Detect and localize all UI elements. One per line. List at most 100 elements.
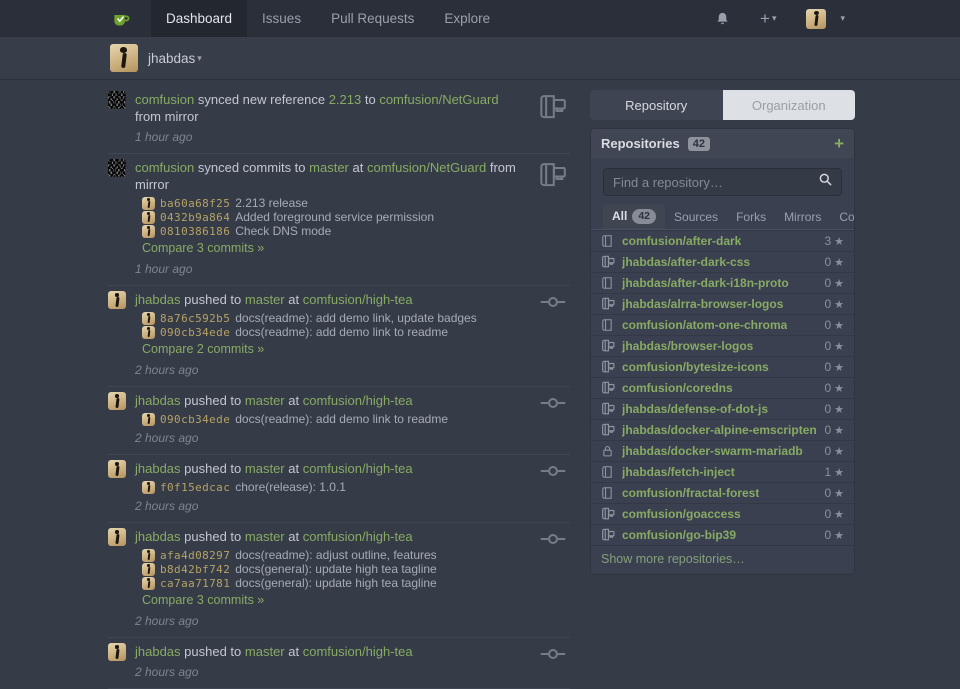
filter-sources[interactable]: Sources — [665, 206, 727, 229]
repo-list-item[interactable]: comfusion/atom-one-chroma 0 ★ — [591, 314, 854, 335]
actor-avatar[interactable] — [108, 528, 126, 546]
star-count: 0 ★ — [824, 276, 844, 290]
branch-link[interactable]: master — [245, 292, 285, 307]
repo-list-item[interactable]: comfusion/bytesize-icons 0 ★ — [591, 356, 854, 377]
nav-dashboard[interactable]: Dashboard — [151, 0, 247, 37]
actor-link[interactable]: jhabdas — [135, 292, 181, 307]
repo-link[interactable]: comfusion/high-tea — [303, 461, 413, 476]
repo-search-input[interactable]: Find a repository… — [603, 168, 842, 196]
branch-link[interactable]: 2.213 — [329, 92, 362, 107]
star-icon: ★ — [834, 529, 844, 542]
repo-list-item[interactable]: jhabdas/after-dark-i18n-proto 0 ★ — [591, 272, 854, 293]
repo-list-item[interactable]: comfusion/fractal-forest 0 ★ — [591, 482, 854, 503]
filter-mirrors[interactable]: Mirrors — [775, 206, 830, 229]
repo-name-link[interactable]: comfusion/fractal-forest — [622, 486, 759, 500]
commit-sha-link[interactable]: b8d42bf742 — [160, 563, 230, 576]
actor-avatar[interactable] — [108, 91, 126, 109]
repo-list-item[interactable]: comfusion/goaccess 0 ★ — [591, 503, 854, 524]
committer-avatar — [142, 413, 155, 426]
repo-name-link[interactable]: comfusion/goaccess — [622, 507, 741, 521]
feed-item: jhabdas pushed to master at comfusion/hi… — [108, 455, 570, 523]
commit-sha-link[interactable]: 0432b9a864 — [160, 211, 230, 224]
repo-link[interactable]: comfusion/NetGuard — [379, 92, 498, 107]
commit-sha-link[interactable]: 8a76c592b5 — [160, 312, 230, 325]
actor-link[interactable]: comfusion — [135, 160, 194, 175]
repo-name-link[interactable]: comfusion/bytesize-icons — [622, 360, 769, 374]
repo-list-item[interactable]: jhabdas/defense-of-dot-js 0 ★ — [591, 398, 854, 419]
actor-link[interactable]: jhabdas — [135, 461, 181, 476]
tab-organization[interactable]: Organization — [723, 90, 856, 120]
show-more-repositories-link[interactable]: Show more repositories… — [591, 545, 854, 574]
actor-avatar[interactable] — [108, 460, 126, 478]
actor-link[interactable]: jhabdas — [135, 393, 181, 408]
actor-link[interactable]: jhabdas — [135, 644, 181, 659]
commit-sha-link[interactable]: 090cb34ede — [160, 413, 230, 426]
add-repo-icon[interactable]: + — [834, 135, 844, 152]
repo-list-item[interactable]: jhabdas/docker-swarm-mariadb 0 ★ — [591, 440, 854, 461]
repo-link[interactable]: comfusion/NetGuard — [367, 160, 486, 175]
nav-pull-requests[interactable]: Pull Requests — [316, 0, 429, 37]
branch-link[interactable]: master — [245, 529, 285, 544]
commit-list: ba60a68f25 2.213 release 0432b9a864 Adde… — [142, 196, 527, 238]
context-username[interactable]: jhabdas — [148, 51, 195, 66]
commit-sha-link[interactable]: 090cb34ede — [160, 326, 230, 339]
repo-name-link[interactable]: jhabdas/defense-of-dot-js — [622, 402, 768, 416]
repo-name-link[interactable]: comfusion/coredns — [622, 381, 733, 395]
actor-avatar[interactable] — [108, 643, 126, 661]
user-menu[interactable]: ▾ — [806, 9, 845, 29]
repo-list-item[interactable]: jhabdas/docker-alpine-emscripten 0 ★ — [591, 419, 854, 440]
lock-icon — [601, 444, 616, 458]
context-avatar[interactable] — [110, 44, 138, 72]
filter-forks[interactable]: Forks — [727, 206, 775, 229]
compare-link[interactable]: Compare 3 commits » — [142, 593, 264, 607]
branch-link[interactable]: master — [245, 393, 285, 408]
actor-avatar[interactable] — [108, 392, 126, 410]
commit-sha-link[interactable]: f0f15edcac — [160, 481, 230, 494]
repo-list-item[interactable]: jhabdas/alrra-browser-logos 0 ★ — [591, 293, 854, 314]
filter-collaborative[interactable]: Collaborative — [830, 206, 855, 229]
repo-link[interactable]: comfusion/high-tea — [303, 529, 413, 544]
compare-link[interactable]: Compare 2 commits » — [142, 342, 264, 356]
search-icon[interactable] — [819, 173, 832, 191]
repo-link[interactable]: comfusion/high-tea — [303, 292, 413, 307]
commit-sha-link[interactable]: ca7aa71781 — [160, 577, 230, 590]
gitea-logo-icon[interactable] — [110, 0, 131, 37]
tab-repository[interactable]: Repository — [590, 90, 723, 120]
repositories-title: Repositories — [601, 136, 680, 151]
nav-explore[interactable]: Explore — [429, 0, 505, 37]
repo-list-item[interactable]: jhabdas/after-dark-css 0 ★ — [591, 251, 854, 272]
repositories-panel: Repositories 42 + Find a repository… — [590, 128, 855, 575]
actor-avatar[interactable] — [108, 159, 126, 177]
actor-link[interactable]: jhabdas — [135, 529, 181, 544]
branch-link[interactable]: master — [245, 461, 285, 476]
repo-name-link[interactable]: jhabdas/docker-alpine-emscripten — [622, 423, 817, 437]
repo-list-item[interactable]: jhabdas/browser-logos 0 ★ — [591, 335, 854, 356]
repo-name-link[interactable]: jhabdas/after-dark-css — [622, 255, 750, 269]
branch-link[interactable]: master — [309, 160, 349, 175]
repo-link[interactable]: comfusion/high-tea — [303, 393, 413, 408]
actor-avatar[interactable] — [108, 291, 126, 309]
repo-name-link[interactable]: jhabdas/browser-logos — [622, 339, 753, 353]
commit-sha-link[interactable]: afa4d08297 — [160, 549, 230, 562]
repo-link[interactable]: comfusion/high-tea — [303, 644, 413, 659]
filter-all[interactable]: All 42 — [603, 204, 665, 229]
repo-name-link[interactable]: jhabdas/fetch-inject — [622, 465, 735, 479]
repo-list-item[interactable]: jhabdas/fetch-inject 1 ★ — [591, 461, 854, 482]
repo-list-item[interactable]: comfusion/after-dark 3 ★ — [591, 230, 854, 251]
repo-list-item[interactable]: comfusion/go-bip39 0 ★ — [591, 524, 854, 545]
commit-sha-link[interactable]: ba60a68f25 — [160, 197, 230, 210]
repo-name-link[interactable]: jhabdas/alrra-browser-logos — [622, 297, 783, 311]
repo-name-link[interactable]: comfusion/atom-one-chroma — [622, 318, 787, 332]
nav-issues[interactable]: Issues — [247, 0, 316, 37]
notifications-bell-icon[interactable] — [715, 11, 730, 27]
create-new-button[interactable]: + ▾ — [760, 10, 776, 27]
compare-link[interactable]: Compare 3 commits » — [142, 241, 264, 255]
actor-link[interactable]: comfusion — [135, 92, 194, 107]
repo-name-link[interactable]: jhabdas/docker-swarm-mariadb — [622, 444, 803, 458]
repo-name-link[interactable]: jhabdas/after-dark-i18n-proto — [622, 276, 789, 290]
repo-name-link[interactable]: comfusion/go-bip39 — [622, 528, 736, 542]
repo-list-item[interactable]: comfusion/coredns 0 ★ — [591, 377, 854, 398]
repo-name-link[interactable]: comfusion/after-dark — [622, 234, 741, 248]
commit-sha-link[interactable]: 0810386186 — [160, 225, 230, 238]
branch-link[interactable]: master — [245, 644, 285, 659]
